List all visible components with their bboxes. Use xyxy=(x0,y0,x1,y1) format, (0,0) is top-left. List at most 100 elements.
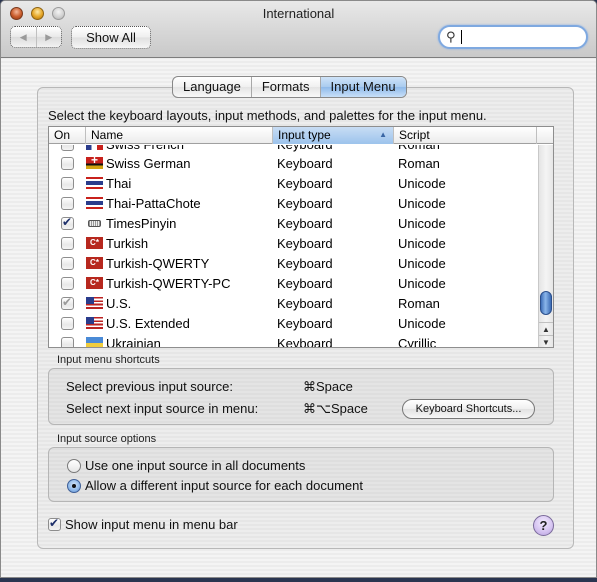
window-title: International xyxy=(262,6,335,21)
cell-name: Thai-PattaChote xyxy=(86,196,273,211)
swiss-french-flag-icon xyxy=(86,145,103,150)
cell-script: Cyrillic xyxy=(398,335,437,348)
source-name: Ukrainian xyxy=(106,335,161,348)
radio-button-selected[interactable] xyxy=(67,478,81,493)
table-header: On Name Input type ▲ Script xyxy=(49,127,553,144)
cell-input-type: Keyboard xyxy=(277,275,333,291)
show-input-menu-checkbox[interactable] xyxy=(48,518,61,531)
instruction-text: Select the keyboard layouts, input metho… xyxy=(48,108,487,123)
cell-script: Roman xyxy=(394,145,537,152)
shortcuts-group-label: Input menu shortcuts xyxy=(57,354,160,366)
cell-name: C* Turkish-QWERTY-PC xyxy=(86,276,273,291)
cell-input-type: Keyboard xyxy=(277,195,333,211)
help-button[interactable]: ? xyxy=(533,515,554,536)
table-row[interactable]: Thai-PattaChote Keyboard Unicode xyxy=(49,193,539,213)
search-field[interactable]: ⚲ xyxy=(438,25,588,49)
cell-script: Roman xyxy=(398,295,440,311)
turkish-flag-icon: C* xyxy=(86,237,103,249)
show-input-menu-checkbox-row[interactable]: Show input menu in menu bar xyxy=(48,517,238,532)
cell-on xyxy=(49,156,86,170)
show-all-button[interactable]: Show All xyxy=(71,26,151,49)
previous-source-label: Select previous input source: xyxy=(66,379,233,394)
cell-script: Unicode xyxy=(398,215,446,231)
table-row[interactable]: C* Turkish-QWERTY-PC Keyboard Unicode xyxy=(49,273,539,293)
cell-input-type: Keyboard xyxy=(277,175,333,191)
scroll-thumb[interactable] xyxy=(540,291,552,315)
scroll-up-arrow-icon[interactable]: ▲ xyxy=(539,322,553,335)
radio-label: Use one input source in all documents xyxy=(85,458,306,473)
source-options-group xyxy=(48,447,554,502)
cell-on xyxy=(49,256,86,270)
table-row[interactable]: C* Turkish Keyboard Unicode xyxy=(49,233,539,253)
checkbox[interactable] xyxy=(61,236,74,250)
tab-formats[interactable]: Formats xyxy=(252,77,321,97)
radio-different-source[interactable]: Allow a different input source for each … xyxy=(67,478,363,493)
next-source-label: Select next input source in menu: xyxy=(66,401,259,416)
tab-input-menu[interactable]: Input Menu xyxy=(320,77,406,97)
column-header-name[interactable]: Name xyxy=(86,127,273,144)
cell-name: U.S. xyxy=(86,296,273,311)
cell-on xyxy=(49,276,86,290)
cell-script: Unicode xyxy=(398,235,446,251)
table-row[interactable]: Swiss German Keyboard Roman xyxy=(49,153,539,173)
radio-button[interactable] xyxy=(67,458,81,473)
vertical-scrollbar[interactable]: ▲ ▼ xyxy=(538,145,553,347)
checkbox[interactable] xyxy=(61,336,74,347)
checkbox[interactable] xyxy=(61,256,74,270)
checkbox[interactable] xyxy=(61,145,74,151)
cell-input-type: Keyboard xyxy=(277,235,333,251)
checkbox[interactable] xyxy=(61,176,74,190)
checkbox[interactable] xyxy=(61,156,74,170)
cell-on xyxy=(49,296,86,310)
table-row[interactable]: U.S. Extended Keyboard Unicode xyxy=(49,313,539,333)
previous-source-keys: ⌘Space xyxy=(303,379,353,394)
ukraine-flag-icon xyxy=(86,337,103,347)
cell-name: TimesPinyin xyxy=(86,216,273,231)
source-name: TimesPinyin xyxy=(106,215,177,231)
forward-button[interactable]: ▶ xyxy=(37,27,62,47)
cell-on xyxy=(49,216,86,230)
checkbox[interactable] xyxy=(61,276,74,290)
cell-script: Unicode xyxy=(398,275,446,291)
cell-input-type: Keyboard xyxy=(277,155,333,171)
cell-name: Thai xyxy=(86,176,273,191)
cell-on xyxy=(49,196,86,210)
next-source-keys: ⌘⌥Space xyxy=(303,401,368,416)
cell-script: Unicode xyxy=(398,315,446,331)
forward-arrow-icon: ▶ xyxy=(45,31,53,42)
enabled-checkbox xyxy=(61,296,74,310)
thai-flag-icon xyxy=(86,177,103,189)
us-flag-icon xyxy=(86,317,103,329)
source-name: Swiss French xyxy=(106,145,184,152)
cell-input-type: Keyboard xyxy=(277,215,333,231)
table-row[interactable]: Ukrainian Keyboard Cyrillic xyxy=(49,333,539,348)
column-header-input-type[interactable]: Input type ▲ xyxy=(273,127,394,144)
back-arrow-icon: ◀ xyxy=(19,31,27,42)
magnifier-icon: ⚲ xyxy=(446,29,456,44)
table-row[interactable]: C* Turkish-QWERTY Keyboard Unicode xyxy=(49,253,539,273)
header-corner xyxy=(537,127,553,144)
checkbox[interactable] xyxy=(61,316,74,330)
column-header-script[interactable]: Script xyxy=(394,127,537,144)
checkbox[interactable] xyxy=(61,196,74,210)
source-name: U.S. xyxy=(106,295,132,311)
table-row[interactable]: Thai Keyboard Unicode xyxy=(49,173,539,193)
scroll-down-arrow-icon[interactable]: ▼ xyxy=(539,335,553,347)
source-name: Thai xyxy=(106,175,132,191)
keyboard-shortcuts-button[interactable]: Keyboard Shortcuts... xyxy=(402,399,535,419)
table-row[interactable]: TimesPinyin Keyboard Unicode xyxy=(49,213,539,233)
back-forward-control: ◀ ▶ xyxy=(10,26,62,48)
radio-one-source[interactable]: Use one input source in all documents xyxy=(67,458,305,473)
source-name: Turkish xyxy=(106,235,149,251)
table-row[interactable]: U.S. Keyboard Roman xyxy=(49,293,539,313)
column-header-on[interactable]: On xyxy=(49,127,86,144)
source-options-group-label: Input source options xyxy=(57,433,157,445)
cell-script: Unicode xyxy=(398,255,446,271)
tab-language[interactable]: Language xyxy=(173,77,252,97)
table-body: Swiss FrenchKeyboardRomanSwiss GermanKey… xyxy=(49,145,539,348)
back-button[interactable]: ◀ xyxy=(11,27,37,47)
cell-name: C* Turkish-QWERTY xyxy=(86,256,273,271)
enabled-checkbox[interactable] xyxy=(61,216,74,230)
sort-ascending-icon: ▲ xyxy=(379,130,387,139)
cell-input-type: Keyboard xyxy=(277,255,333,271)
